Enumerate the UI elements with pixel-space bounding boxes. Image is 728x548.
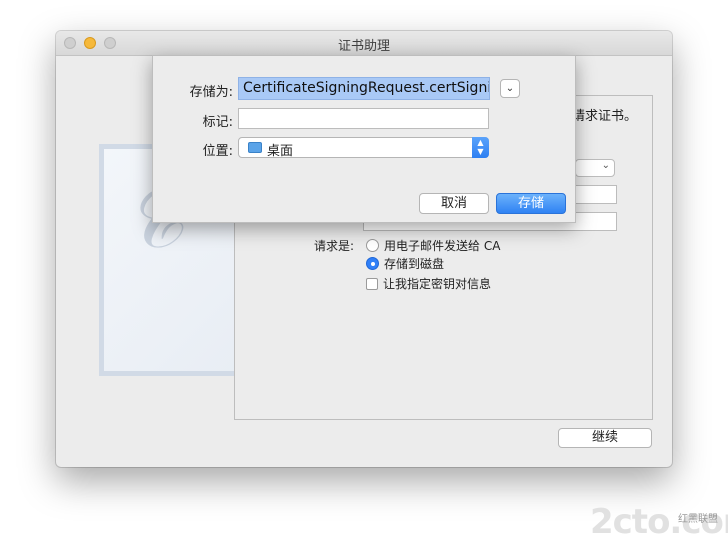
where-value: 桌面 bbox=[267, 144, 294, 159]
continue-button[interactable]: 继续 bbox=[558, 428, 652, 448]
where-label: 位置: bbox=[202, 144, 233, 159]
watermark-logo: 2cto.com 红黑联盟 bbox=[590, 502, 728, 542]
save-to-disk-label: 存储到磁盘 bbox=[384, 257, 445, 271]
option-save-to-disk[interactable]: 存储到磁盘 bbox=[366, 255, 444, 272]
up-down-stepper-icon: ▲ ▼ bbox=[472, 137, 489, 158]
save-as-label: 存储为: bbox=[189, 85, 233, 100]
folder-icon bbox=[248, 142, 262, 153]
chevron-down-icon: ⌄ bbox=[505, 83, 515, 94]
intro-text: 请求证书。 bbox=[572, 109, 638, 124]
watermark-sub: 红黑联盟 bbox=[678, 514, 718, 525]
titlebar[interactable]: 证书助理 bbox=[56, 31, 672, 56]
expand-sheet-button[interactable]: ⌄ bbox=[500, 79, 520, 98]
cancel-button[interactable]: 取消 bbox=[419, 193, 489, 214]
specify-key-pair-checkbox[interactable] bbox=[366, 277, 378, 290]
specify-key-pair-label: 让我指定密钥对信息 bbox=[383, 277, 492, 291]
email-ca-radio[interactable] bbox=[366, 239, 379, 252]
save-sheet: 存储为: CertificateSigningRequest.certSigni… bbox=[152, 55, 576, 223]
where-popup[interactable]: 桌面 ▲ ▼ bbox=[238, 137, 489, 159]
option-email-ca[interactable]: 用电子邮件发送给 CA bbox=[366, 237, 500, 254]
save-to-disk-radio[interactable] bbox=[366, 257, 379, 270]
chevron-down-icon: ⌄ bbox=[601, 160, 610, 171]
save-button[interactable]: 存储 bbox=[496, 193, 566, 214]
request-label: 请求是: bbox=[314, 239, 355, 253]
tags-field[interactable] bbox=[238, 108, 489, 129]
tags-label: 标记: bbox=[202, 115, 233, 130]
option-specify-key-pair[interactable]: 让我指定密钥对信息 bbox=[366, 275, 491, 292]
panel-popup[interactable]: ⌄ bbox=[575, 159, 615, 177]
email-ca-label: 用电子邮件发送给 CA bbox=[384, 239, 501, 253]
save-as-field[interactable]: CertificateSigningRequest.certSigningR bbox=[238, 77, 490, 100]
window-title: 证书助理 bbox=[337, 39, 390, 54]
